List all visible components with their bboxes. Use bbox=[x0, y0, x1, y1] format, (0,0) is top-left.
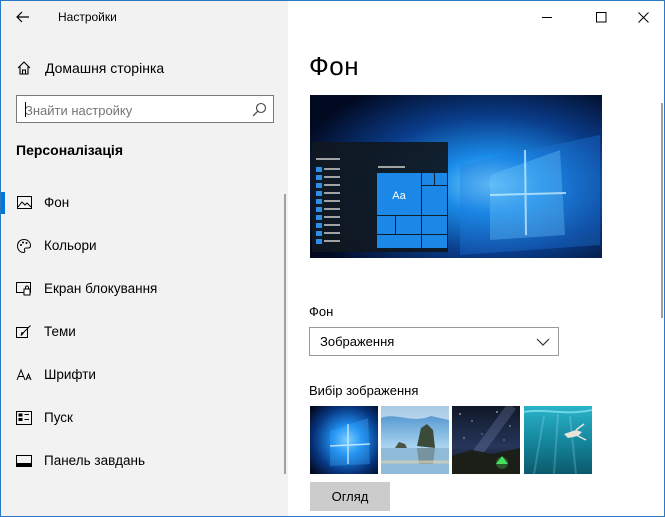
back-button[interactable] bbox=[9, 5, 37, 29]
sidebar-item-label: Теми bbox=[44, 324, 76, 339]
page-title: Фон bbox=[309, 51, 360, 81]
start-icon bbox=[16, 410, 32, 426]
maximize-icon bbox=[595, 11, 606, 22]
browse-button[interactable]: Огляд bbox=[310, 482, 390, 511]
sidebar-item-label: Екран блокування bbox=[44, 281, 158, 296]
main-pane: Фон Aa Фон Зображення Вибір зображення О… bbox=[288, 1, 664, 516]
back-arrow-icon bbox=[16, 11, 29, 23]
thumbnail-night-sky-tent[interactable] bbox=[452, 406, 520, 474]
maximize-button[interactable] bbox=[578, 1, 624, 33]
thumbnail-beach-rocks[interactable] bbox=[381, 406, 449, 474]
sidebar-item-colors[interactable]: Кольори bbox=[1, 224, 288, 267]
palette-icon bbox=[16, 238, 32, 254]
search-icon[interactable] bbox=[251, 102, 267, 118]
search-input[interactable] bbox=[25, 101, 245, 119]
sidebar-nav: Фон Кольори Екран блокування Теми Шрифти… bbox=[1, 181, 288, 482]
taskbar-icon bbox=[16, 453, 32, 469]
sidebar-item-lock-screen[interactable]: Екран блокування bbox=[1, 267, 288, 310]
left-pane: Настройки Домашня сторінка Персоналізаці… bbox=[1, 1, 288, 516]
sidebar-item-label: Пуск bbox=[44, 410, 73, 425]
close-icon bbox=[637, 11, 649, 23]
sidebar-item-label: Панель завдань bbox=[44, 453, 145, 468]
sidebar-item-start[interactable]: Пуск bbox=[1, 396, 288, 439]
dropdown-value: Зображення bbox=[320, 334, 395, 349]
title-bar: Настройки bbox=[1, 1, 288, 33]
search-box[interactable] bbox=[16, 95, 274, 123]
image-icon bbox=[16, 195, 32, 211]
background-type-dropdown[interactable]: Зображення bbox=[309, 327, 559, 356]
minimize-button[interactable] bbox=[524, 1, 570, 33]
settings-window: Настройки Домашня сторінка Персоналізаці… bbox=[0, 0, 665, 517]
lock-screen-icon bbox=[16, 281, 32, 297]
minimize-icon bbox=[541, 16, 552, 18]
section-title: Персоналізація bbox=[16, 142, 123, 158]
background-preview: Aa bbox=[310, 95, 602, 258]
background-type-label: Фон bbox=[309, 304, 334, 319]
sidebar-item-taskbar[interactable]: Панель завдань bbox=[1, 439, 288, 482]
font-icon bbox=[16, 367, 32, 383]
thumbnail-underwater-swimmer[interactable] bbox=[524, 406, 592, 474]
home-link[interactable]: Домашня сторінка bbox=[15, 57, 164, 79]
sidebar-item-label: Шрифти bbox=[44, 367, 96, 382]
sidebar-item-label: Кольори bbox=[44, 238, 97, 253]
app-title: Настройки bbox=[58, 10, 117, 24]
choose-picture-label: Вибір зображення bbox=[309, 383, 419, 398]
sidebar-item-themes[interactable]: Теми bbox=[1, 310, 288, 353]
themes-icon bbox=[16, 324, 32, 340]
preview-tile-text: Aa bbox=[392, 190, 406, 202]
text-caret bbox=[25, 102, 26, 117]
home-label: Домашня сторінка bbox=[45, 60, 165, 76]
sidebar-item-label: Фон bbox=[44, 195, 70, 210]
chevron-down-icon bbox=[536, 338, 550, 346]
picture-thumbnails bbox=[310, 406, 600, 474]
sidebar-item-background[interactable]: Фон bbox=[1, 181, 288, 224]
thumbnail-windows-light[interactable] bbox=[310, 406, 378, 474]
left-scrollbar[interactable] bbox=[284, 194, 286, 474]
close-button[interactable] bbox=[620, 1, 664, 33]
main-scrollbar[interactable] bbox=[661, 103, 663, 318]
sidebar-item-fonts[interactable]: Шрифти bbox=[1, 353, 288, 396]
home-icon bbox=[15, 59, 33, 77]
